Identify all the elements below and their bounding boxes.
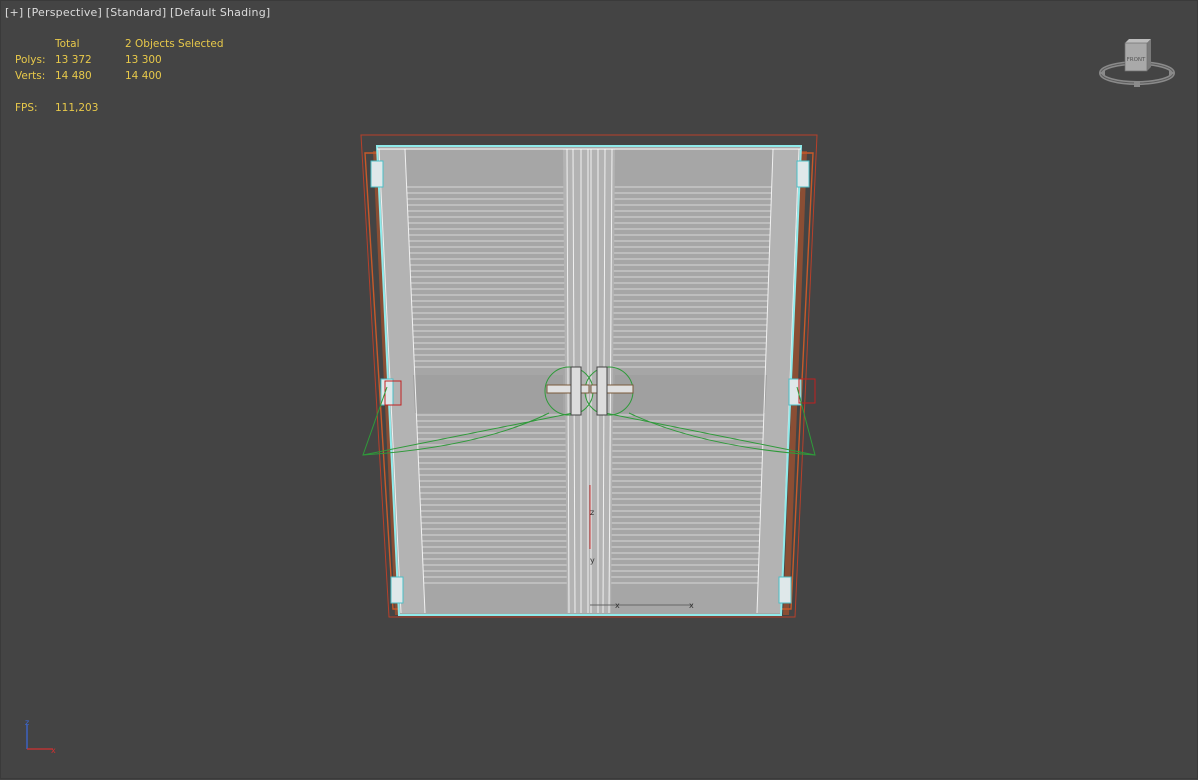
right-door-middle-rail bbox=[613, 375, 767, 413]
left-door-middle-rail bbox=[413, 375, 563, 413]
scene-canvas[interactable]: z y x x bbox=[1, 1, 1198, 780]
axis-x-label: x bbox=[51, 746, 56, 755]
gizmo-z-label: z bbox=[590, 508, 594, 517]
perspective-viewport[interactable]: [+] [Perspective] [Standard] [Default Sh… bbox=[0, 0, 1198, 779]
axis-z-label: z bbox=[25, 719, 29, 727]
world-axis-tripod: z x bbox=[25, 719, 56, 755]
gizmo-x-label-far: x bbox=[689, 601, 694, 610]
gizmo-x-label-near: x bbox=[615, 601, 620, 610]
gizmo-y-label: y bbox=[590, 556, 595, 565]
